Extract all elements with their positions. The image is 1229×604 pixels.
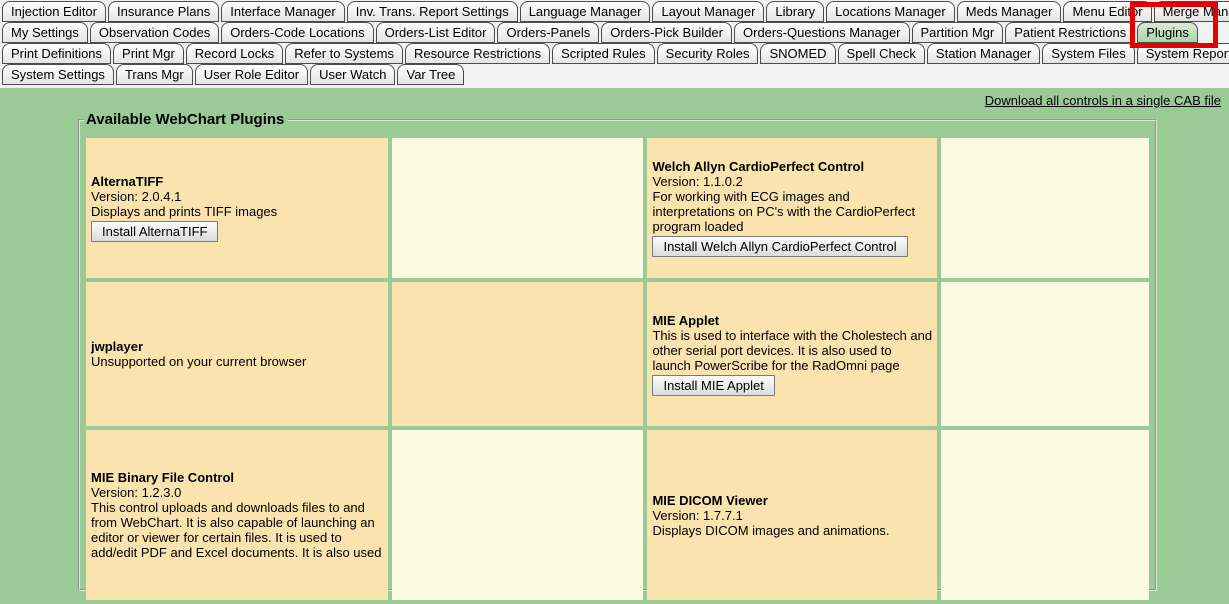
- plugin-title: MIE Binary File Control: [91, 470, 384, 485]
- plugins-table-row: jwplayerUnsupported on your current brow…: [86, 282, 1149, 426]
- tab-orders-questions-manager[interactable]: Orders-Questions Manager: [734, 22, 910, 43]
- tab-print-definitions[interactable]: Print Definitions: [2, 43, 111, 64]
- plugin-version: Version: 2.0.4.1: [91, 189, 384, 204]
- main-area: Download all controls in a single CAB fi…: [0, 92, 1229, 591]
- tab-scripted-rules[interactable]: Scripted Rules: [552, 43, 655, 64]
- tab-interface-manager[interactable]: Interface Manager: [221, 1, 345, 22]
- plugins-table: AlternaTIFFVersion: 2.0.4.1Displays and …: [82, 134, 1153, 604]
- plugin-cell-empty: [392, 430, 644, 600]
- tab-insurance-plans[interactable]: Insurance Plans: [108, 1, 219, 22]
- tab-row: Injection EditorInsurance PlansInterface…: [2, 1, 1229, 22]
- plugin-description: Unsupported on your current browser: [91, 354, 384, 369]
- tab-spell-check[interactable]: Spell Check: [838, 43, 925, 64]
- tab-row: System SettingsTrans MgrUser Role Editor…: [2, 64, 1229, 85]
- tab-my-settings[interactable]: My Settings: [2, 22, 88, 43]
- tab-orders-code-locations[interactable]: Orders-Code Locations: [221, 22, 373, 43]
- plugin-description: For working with ECG images and interpre…: [652, 189, 933, 234]
- tab-system-files[interactable]: System Files: [1042, 43, 1134, 64]
- tab-user-role-editor[interactable]: User Role Editor: [195, 64, 308, 85]
- tab-library[interactable]: Library: [766, 1, 824, 22]
- install-welch-allyn-cardioperfect-control-button[interactable]: Install Welch Allyn CardioPerfect Contro…: [652, 236, 907, 257]
- tab-var-tree[interactable]: Var Tree: [397, 64, 464, 85]
- plugin-title: AlternaTIFF: [91, 174, 384, 189]
- tab-resource-restrictions[interactable]: Resource Restrictions: [405, 43, 550, 64]
- tab-partition-mgr[interactable]: Partition Mgr: [912, 22, 1004, 43]
- install-mie-applet-button[interactable]: Install MIE Applet: [652, 375, 774, 396]
- tab-language-manager[interactable]: Language Manager: [520, 1, 651, 22]
- tab-orders-panels[interactable]: Orders-Panels: [497, 22, 599, 43]
- tab-locations-manager[interactable]: Locations Manager: [826, 1, 955, 22]
- plugin-cell-empty: [941, 430, 1149, 600]
- plugin-cell-alternatiff: AlternaTIFFVersion: 2.0.4.1Displays and …: [86, 138, 388, 278]
- plugin-cell-empty: [941, 282, 1149, 426]
- plugin-description: This is used to interface with the Chole…: [652, 328, 933, 373]
- plugin-cell-jwplayer: jwplayerUnsupported on your current brow…: [86, 282, 388, 426]
- tab-record-locks[interactable]: Record Locks: [186, 43, 283, 64]
- plugin-version: Version: 1.1.0.2: [652, 174, 933, 189]
- tab-meds-manager[interactable]: Meds Manager: [957, 1, 1062, 22]
- plugins-fieldset: Available WebChart Plugins AlternaTIFFVe…: [78, 111, 1157, 591]
- plugins-table-row: MIE Binary File ControlVersion: 1.2.3.0T…: [86, 430, 1149, 600]
- plugin-description: Displays and prints TIFF images: [91, 204, 384, 219]
- tab-system-settings[interactable]: System Settings: [2, 64, 114, 85]
- plugin-cell-empty: [941, 138, 1149, 278]
- tab-menu-editor[interactable]: Menu Editor: [1063, 1, 1151, 22]
- tab-merge-manager[interactable]: Merge Manager: [1154, 1, 1229, 22]
- plugin-version: Version: 1.7.7.1: [652, 508, 933, 523]
- tab-bar: Injection EditorInsurance PlansInterface…: [0, 0, 1229, 88]
- tab-plugins[interactable]: Plugins: [1137, 22, 1198, 43]
- plugin-title: jwplayer: [91, 339, 384, 354]
- plugin-title: MIE Applet: [652, 313, 933, 328]
- tab-layout-manager[interactable]: Layout Manager: [652, 1, 764, 22]
- install-alternatiff-button[interactable]: Install AlternaTIFF: [91, 221, 218, 242]
- tab-observation-codes[interactable]: Observation Codes: [90, 22, 219, 43]
- tab-row: Print DefinitionsPrint MgrRecord LocksRe…: [2, 43, 1229, 64]
- tab-trans-mgr[interactable]: Trans Mgr: [116, 64, 193, 85]
- tab-orders-list-editor[interactable]: Orders-List Editor: [376, 22, 496, 43]
- tab-station-manager[interactable]: Station Manager: [927, 43, 1040, 64]
- plugin-cell-welch-allyn-cardioperfect-control: Welch Allyn CardioPerfect ControlVersion…: [647, 138, 937, 278]
- tab-patient-restrictions[interactable]: Patient Restrictions: [1005, 22, 1135, 43]
- plugins-legend: Available WebChart Plugins: [84, 111, 288, 128]
- tab-orders-pick-builder[interactable]: Orders-Pick Builder: [601, 22, 732, 43]
- tab-refer-to-systems[interactable]: Refer to Systems: [285, 43, 403, 64]
- plugins-table-row: AlternaTIFFVersion: 2.0.4.1Displays and …: [86, 138, 1149, 278]
- cab-link-row: Download all controls in a single CAB fi…: [0, 92, 1221, 110]
- plugin-version: Version: 1.2.3.0: [91, 485, 384, 500]
- plugin-title: MIE DICOM Viewer: [652, 493, 933, 508]
- tab-snomed[interactable]: SNOMED: [760, 43, 835, 64]
- plugin-cell-empty: [392, 138, 644, 278]
- plugin-cell-empty: [392, 282, 644, 426]
- tab-system-report[interactable]: System Report: [1137, 43, 1229, 64]
- plugin-cell-mie-binary-file-control: MIE Binary File ControlVersion: 1.2.3.0T…: [86, 430, 388, 600]
- tab-injection-editor[interactable]: Injection Editor: [2, 1, 106, 22]
- plugin-cell-mie-dicom-viewer: MIE DICOM ViewerVersion: 1.7.7.1Displays…: [647, 430, 937, 600]
- tab-row: My SettingsObservation CodesOrders-Code …: [2, 22, 1229, 43]
- tab-inv-trans-report-settings[interactable]: Inv. Trans. Report Settings: [347, 1, 518, 22]
- plugin-description: This control uploads and downloads files…: [91, 500, 384, 560]
- tab-security-roles[interactable]: Security Roles: [657, 43, 759, 64]
- tab-print-mgr[interactable]: Print Mgr: [113, 43, 184, 64]
- plugin-title: Welch Allyn CardioPerfect Control: [652, 159, 933, 174]
- tab-user-watch[interactable]: User Watch: [310, 64, 395, 85]
- download-cab-link[interactable]: Download all controls in a single CAB fi…: [985, 93, 1221, 108]
- plugin-cell-mie-applet: MIE AppletThis is used to interface with…: [647, 282, 937, 426]
- plugins-table-body: AlternaTIFFVersion: 2.0.4.1Displays and …: [86, 138, 1149, 600]
